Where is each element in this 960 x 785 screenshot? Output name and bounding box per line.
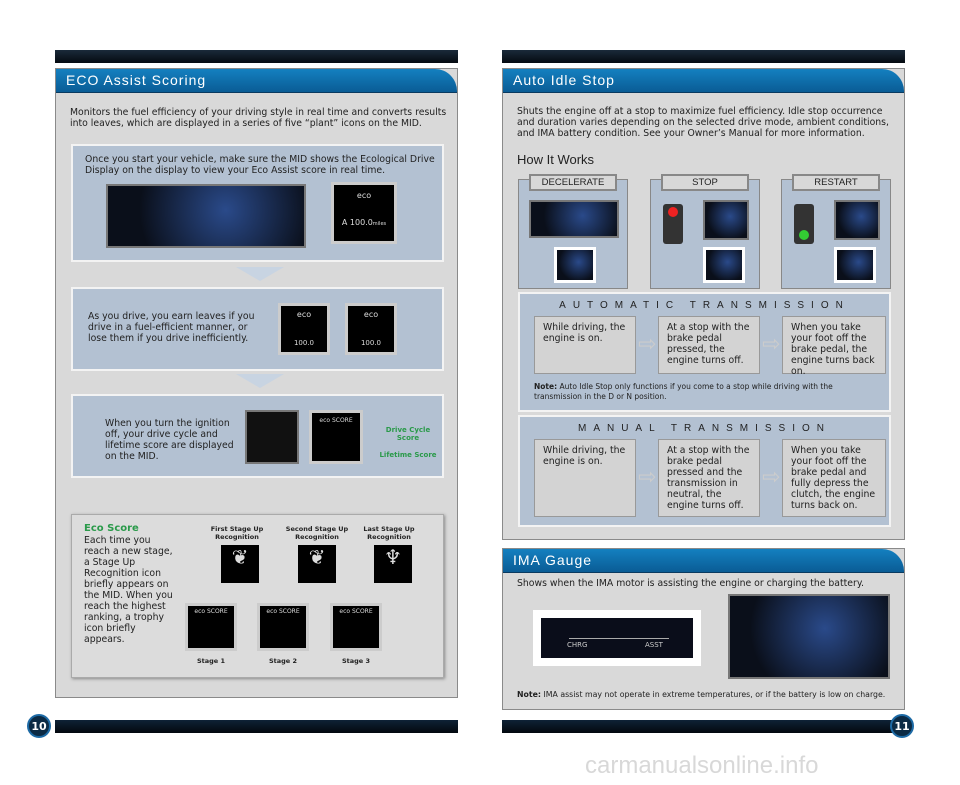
arrow-right-icon: ⇨ [638,332,657,357]
eco-score-title: Eco Score [84,523,139,534]
page-number: 11 [890,714,914,738]
decelerate-box: DECELERATE [518,174,628,289]
arrow-down-icon [236,267,284,281]
manual-transmission-box: MANUAL TRANSMISSION While driving, the e… [518,415,891,527]
auto-note: Note: Auto Idle Stop only functions if y… [534,382,833,401]
auto-step-1: While driving, the engine is on. [534,316,636,374]
ima-note: Note: IMA assist may not operate in extr… [517,690,886,699]
eco-score-image: eco SCORE [309,410,363,464]
arrow-right-icon: ⇨ [762,465,781,490]
stage-3-display: eco SCORE [330,603,382,651]
arrow-right-icon: ⇨ [638,465,657,490]
restart-box: RESTART [781,174,891,289]
auto-step-2: At a stop with the brake pedal pressed, … [658,316,760,374]
ima-gauge-panel: IMA Gauge Shows when the IMA motor is as… [502,548,905,710]
drive-cycle-label: Drive Cycle Score [385,426,431,442]
step-drive-text: As you drive, you earn leaves if you dri… [88,311,255,344]
eco-score-box: Eco Score Each time you reach a new stag… [71,514,444,678]
gauge-detail-image [834,247,876,283]
stop-label: STOP [661,174,749,191]
stage-1-display: eco SCORE [185,603,237,651]
step-start-text: Once you start your vehicle, make sure t… [85,154,435,176]
manual-transmission-title: MANUAL TRANSMISSION [577,423,832,434]
stop-box: STOP [650,174,760,289]
eco-display-image: eco 100.0 [278,303,330,355]
step-start-box: Once you start your vehicle, make sure t… [71,144,444,262]
step-ignition-text: When you turn the ignition off, your dri… [105,418,234,462]
restart-label: RESTART [792,174,880,191]
automatic-transmission-box: AUTOMATIC TRANSMISSION While driving, th… [518,292,891,412]
automatic-transmission-title: AUTOMATIC TRANSMISSION [559,300,850,311]
manual-step-3: When you take your foot off the brake pe… [782,439,886,517]
stage-2-display: eco SCORE [257,603,309,651]
gauge-image [703,200,749,240]
intro-text: Monitors the fuel efficiency of your dri… [70,107,447,129]
section-title: Auto Idle Stop [503,69,904,93]
gauge-image [529,200,619,238]
section-title: IMA Gauge [503,549,904,573]
bottom-bar-right [502,720,905,733]
eco-score-text: Each time you reach a new stage, a Stage… [84,535,173,645]
auto-idle-stop-panel: Auto Idle Stop Shuts the engine off at a… [502,68,905,540]
stage-label: Stage 1 [196,657,226,665]
recognition-label: Last Stage Up Recognition [363,525,415,541]
eco-display-image: eco 100.0 [345,303,397,355]
eco-display-image: eco A 100.0miles [331,182,397,244]
intro-text: Shuts the engine off at a stop to maximi… [517,106,889,139]
gauge-detail-image [554,247,596,283]
gauge-image [834,200,880,240]
traffic-light-green-icon [794,204,814,244]
lifetime-label: Lifetime Score [379,451,437,459]
ignition-image [245,410,299,464]
manual-step-2: At a stop with the brake pedal pressed a… [658,439,760,517]
section-title: ECO Assist Scoring [56,69,457,93]
auto-stop-detail-image [703,247,745,283]
top-bar-left [55,50,458,63]
arrow-down-icon [236,374,284,388]
decelerate-label: DECELERATE [529,174,617,191]
recognition-label: First Stage Up Recognition [210,525,264,541]
instrument-cluster-image [728,594,890,679]
step-ignition-box: When you turn the ignition off, your dri… [71,394,444,478]
trophy-icon: ♆ [374,545,412,583]
stage-label: Stage 3 [341,657,371,665]
recognition-label: Second Stage Up Recognition [285,525,349,541]
how-it-works-heading: How It Works [517,152,595,167]
laurel-icon: ❦ [221,545,259,583]
laurel-icon: ❦ [298,545,336,583]
traffic-light-red-icon [663,204,683,244]
manual-step-1: While driving, the engine is on. [534,439,636,517]
auto-step-3: When you take your foot off the brake pe… [782,316,886,377]
bottom-bar-left [55,720,458,733]
eco-assist-panel: ECO Assist Scoring Monitors the fuel eff… [55,68,458,698]
ima-text: Shows when the IMA motor is assisting th… [517,578,864,589]
step-drive-box: As you drive, you earn leaves if you dri… [71,287,444,371]
page-number: 10 [27,714,51,738]
dashboard-image [106,184,306,248]
watermark: carmanualsonline.info [585,752,819,779]
arrow-right-icon: ⇨ [762,332,781,357]
ima-detail-image: CHRG ASST [533,610,701,666]
top-bar-right [502,50,905,63]
stage-label: Stage 2 [268,657,298,665]
